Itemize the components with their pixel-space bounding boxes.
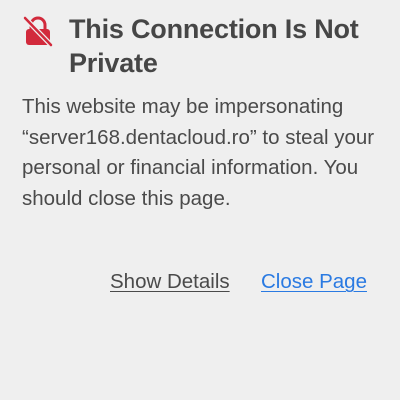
page-title: This Connection Is Not Private <box>69 14 359 78</box>
close-page-link[interactable]: Close Page <box>261 268 367 296</box>
show-details-link[interactable]: Show Details <box>110 268 230 296</box>
broken-lock-icon <box>22 15 54 48</box>
warning-actions: Show Details Close Page <box>0 268 400 298</box>
certificate-warning-page: This Connection Is Not Private This webs… <box>0 0 400 400</box>
warning-message: This website may be impersonating “serve… <box>22 95 375 210</box>
